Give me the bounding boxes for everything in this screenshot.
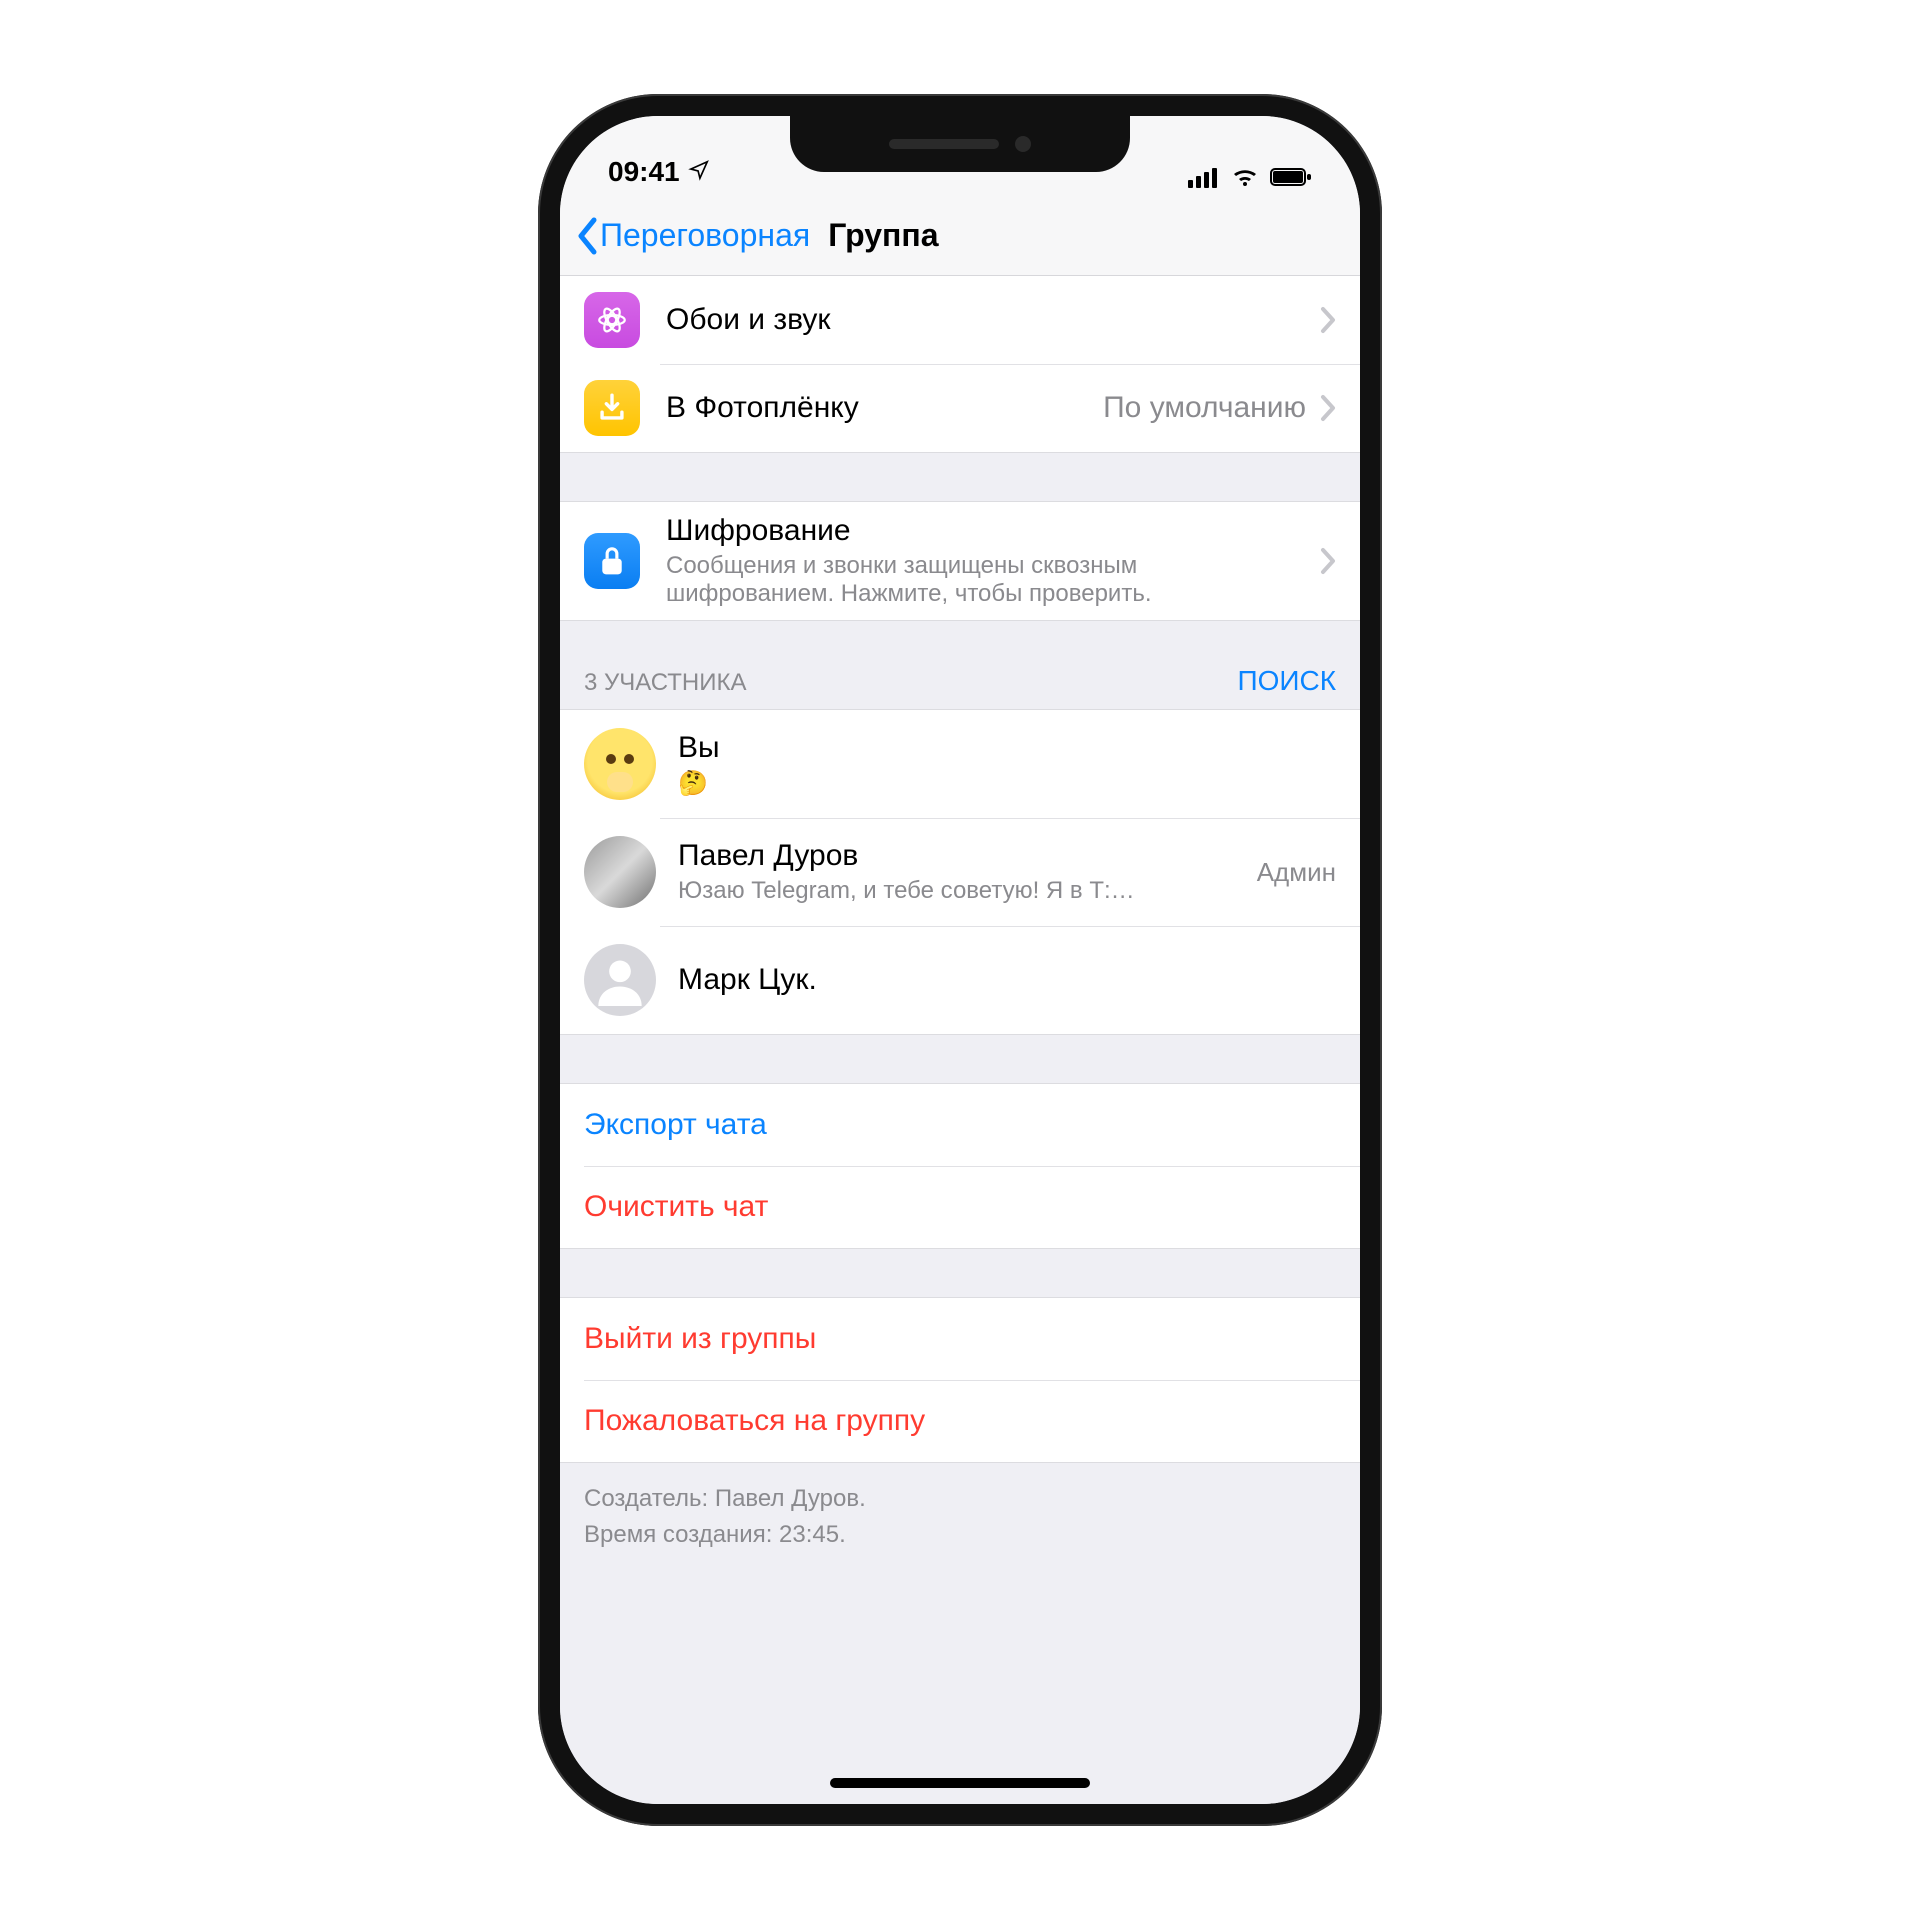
row-title: Обои и звук [666, 303, 1306, 337]
battery-icon [1270, 166, 1312, 188]
content: Обои и звук В Фотоплёнку По умолчанию [560, 276, 1360, 1804]
row-subtitle: Сообщения и звонки защищены сквозным шиф… [666, 552, 1306, 608]
screen: 09:41 [560, 116, 1360, 1804]
chevron-right-icon [1320, 394, 1336, 422]
wallpaper-icon [584, 292, 640, 348]
participant-status: Юзаю Telegram, и тебе советую! Я в Т:… [678, 877, 1245, 905]
save-to-photos-icon [584, 380, 640, 436]
participant-status: 🤔 [678, 769, 1336, 798]
participant-row[interactable]: Марк Цук. [560, 926, 1360, 1034]
participants-header: 3 УЧАСТНИКА ПОИСК [560, 621, 1360, 709]
row-title: Шифрование [666, 514, 1306, 548]
avatar [584, 944, 656, 1016]
row-value: По умолчанию [1103, 391, 1306, 425]
row-title: В Фотоплёнку [666, 391, 1091, 425]
report-group-button[interactable]: Пожаловаться на группу [560, 1380, 1360, 1462]
back-label: Переговорная [600, 217, 810, 254]
status-time: 09:41 [608, 156, 680, 188]
chevron-left-icon [576, 217, 598, 255]
footer-created-time: Время создания: 23:45. [584, 1517, 1336, 1553]
row-encryption[interactable]: Шифрование Сообщения и звонки защищены с… [560, 502, 1360, 620]
back-button[interactable]: Переговорная [576, 217, 810, 255]
settings-group-encryption: Шифрование Сообщения и звонки защищены с… [560, 501, 1360, 621]
home-indicator [830, 1778, 1090, 1788]
participant-name: Павел Дуров [678, 839, 1245, 873]
participant-name: Марк Цук. [678, 963, 1336, 997]
nav-bar: Переговорная Группа [560, 196, 1360, 276]
notch [790, 116, 1130, 172]
leave-group-button[interactable]: Выйти из группы [560, 1298, 1360, 1380]
location-arrow-icon [688, 156, 710, 188]
participants-list: Вы 🤔 Павел Дуров Юзаю Telegram, и тебе с… [560, 709, 1360, 1035]
chevron-right-icon [1320, 306, 1336, 334]
participant-role-badge: Админ [1257, 857, 1336, 888]
chevron-right-icon [1320, 547, 1336, 575]
clear-chat-button[interactable]: Очистить чат [560, 1166, 1360, 1248]
actions-group-chat: Экспорт чата Очистить чат [560, 1083, 1360, 1249]
actions-group-danger: Выйти из группы Пожаловаться на группу [560, 1297, 1360, 1463]
participants-count-label: 3 УЧАСТНИКА [584, 669, 747, 697]
settings-group-media: Обои и звук В Фотоплёнку По умолчанию [560, 276, 1360, 453]
wifi-icon [1230, 166, 1260, 188]
participant-name: Вы [678, 731, 1336, 765]
export-chat-button[interactable]: Экспорт чата [560, 1084, 1360, 1166]
phone-frame: 09:41 [538, 94, 1382, 1826]
row-wallpaper-sound[interactable]: Обои и звук [560, 276, 1360, 364]
lock-icon [584, 533, 640, 589]
participant-row[interactable]: Вы 🤔 [560, 710, 1360, 818]
footer-creator: Создатель: Павел Дуров. [584, 1481, 1336, 1517]
search-participants-button[interactable]: ПОИСК [1237, 665, 1336, 697]
avatar [584, 836, 656, 908]
page-title: Группа [828, 217, 938, 254]
group-meta-footer: Создатель: Павел Дуров. Время создания: … [560, 1463, 1360, 1633]
avatar [584, 728, 656, 800]
row-save-to-camera-roll[interactable]: В Фотоплёнку По умолчанию [560, 364, 1360, 452]
cellular-signal-icon [1188, 166, 1220, 188]
participant-row[interactable]: Павел Дуров Юзаю Telegram, и тебе совету… [560, 818, 1360, 926]
